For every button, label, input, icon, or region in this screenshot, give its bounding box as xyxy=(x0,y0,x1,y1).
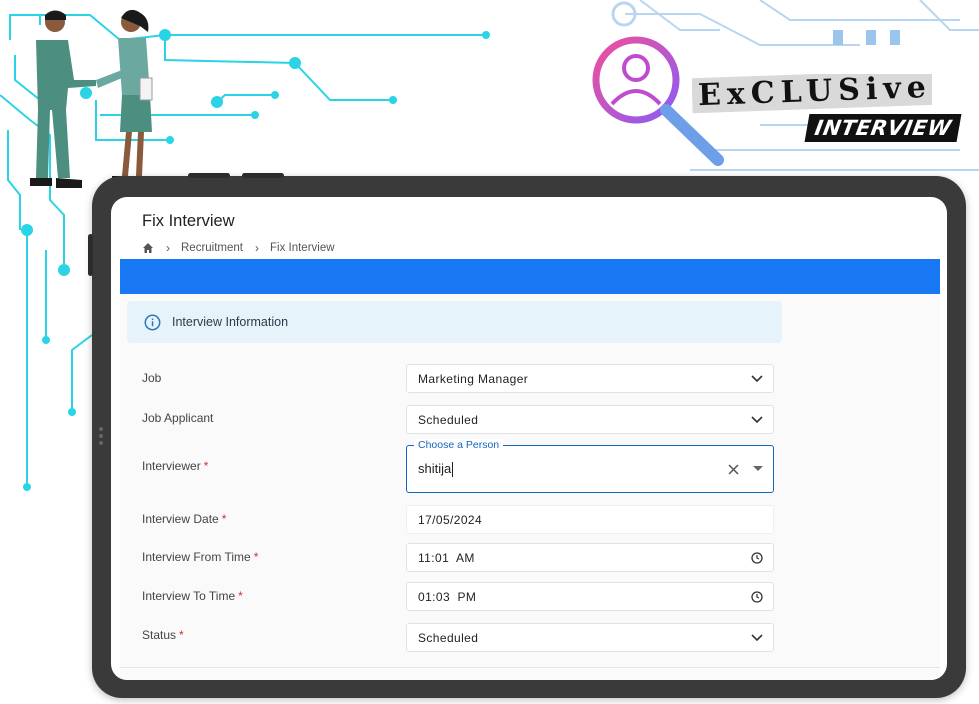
header-accent-bar xyxy=(120,259,940,294)
interview-date-value: 17/05/2024 xyxy=(418,512,483,527)
tablet-top-button xyxy=(188,173,230,178)
job-label: Job xyxy=(142,371,162,385)
interviewer-input[interactable]: shitija xyxy=(418,461,451,476)
required-marker: * xyxy=(238,589,243,603)
from-time-label: Interview From Time * xyxy=(142,550,259,564)
interview-date-label: Interview Date * xyxy=(142,512,227,526)
job-applicant-label: Job Applicant xyxy=(142,411,214,425)
required-marker: * xyxy=(179,628,184,642)
tablet-side-button xyxy=(88,234,93,276)
breadcrumb-recruitment[interactable]: Recruitment xyxy=(181,242,243,254)
chevron-right-icon: › xyxy=(255,241,259,255)
status-value: Scheduled xyxy=(418,630,479,645)
clock-icon[interactable] xyxy=(751,551,763,564)
breadcrumb: › Recruitment › Fix Interview xyxy=(142,241,335,255)
status-label: Status * xyxy=(142,628,184,642)
to-time-value: 01:03 PM xyxy=(418,589,477,604)
chevron-down-icon[interactable] xyxy=(751,415,763,424)
home-icon[interactable] xyxy=(142,242,154,254)
page-title: Fix Interview xyxy=(142,212,235,230)
interview-information-panel[interactable]: Interview Information xyxy=(127,301,782,343)
app-screen: Fix Interview › Recruitment › Fix Interv… xyxy=(111,197,947,680)
job-applicant-value: Scheduled xyxy=(418,412,479,427)
status-select[interactable]: Scheduled xyxy=(406,623,774,652)
clock-icon[interactable] xyxy=(751,590,763,603)
clear-icon[interactable] xyxy=(728,463,739,475)
interviewer-label: Interviewer * xyxy=(142,459,209,473)
chevron-right-icon: › xyxy=(166,241,170,255)
tablet-camera-dots xyxy=(99,427,103,445)
chevron-down-icon[interactable] xyxy=(751,374,763,383)
logo-big-text: ExCLUSive xyxy=(692,74,932,114)
divider xyxy=(120,667,940,668)
from-time-input[interactable]: 11:01 AM xyxy=(406,543,774,572)
breadcrumb-fix-interview: Fix Interview xyxy=(270,242,335,254)
handshake-illustration xyxy=(30,9,153,188)
job-select[interactable]: Marketing Manager xyxy=(406,364,774,393)
dropdown-arrow-icon[interactable] xyxy=(753,466,763,472)
required-marker: * xyxy=(221,512,227,526)
interviewer-field-legend: Choose a Person xyxy=(414,439,504,451)
exclusive-interview-logo: ExCLUSive INTERVIEW xyxy=(692,74,962,146)
job-value: Marketing Manager xyxy=(418,371,529,386)
interviewer-autocomplete[interactable]: shitija xyxy=(406,445,774,493)
from-time-value: 11:01 AM xyxy=(418,550,475,565)
interview-date-input[interactable]: 17/05/2024 xyxy=(406,505,774,534)
logo-sub-text: INTERVIEW xyxy=(804,114,962,142)
to-time-input[interactable]: 01:03 PM xyxy=(406,582,774,611)
info-icon xyxy=(144,314,161,331)
job-applicant-select[interactable]: Scheduled xyxy=(406,405,774,434)
info-panel-label: Interview Information xyxy=(172,315,289,329)
required-marker: * xyxy=(253,550,259,564)
tablet-top-button xyxy=(242,173,284,178)
required-marker: * xyxy=(203,459,209,473)
to-time-label: Interview To Time * xyxy=(142,589,243,603)
text-caret xyxy=(452,462,454,478)
circuit-nodes-right xyxy=(611,1,900,45)
chevron-down-icon[interactable] xyxy=(751,633,763,642)
